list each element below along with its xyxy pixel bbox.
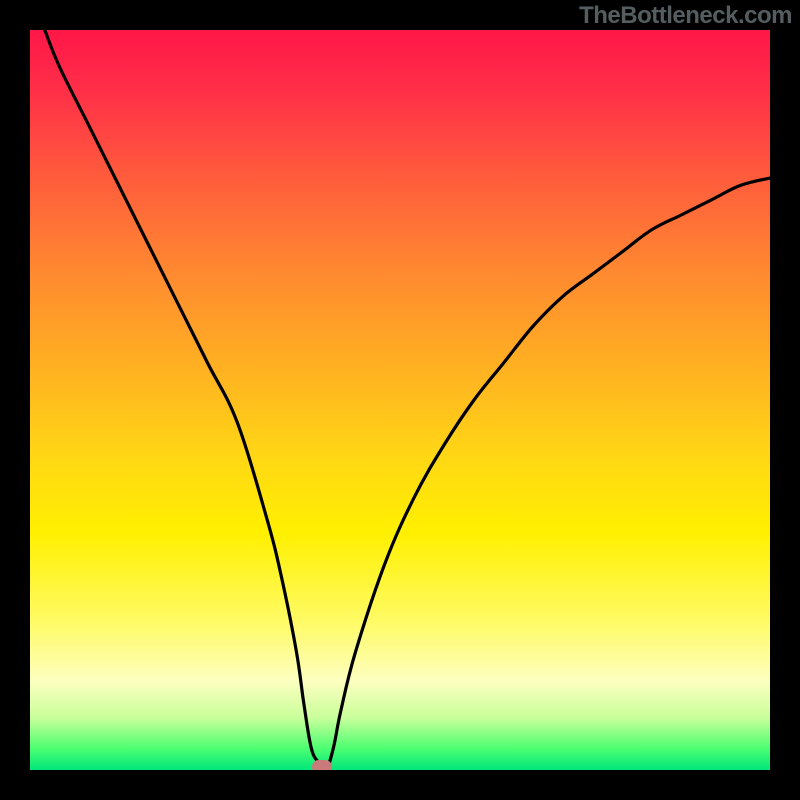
plot-area bbox=[30, 30, 770, 770]
watermark-text: TheBottleneck.com bbox=[579, 2, 792, 30]
bottleneck-curve bbox=[30, 30, 770, 770]
chart-frame: TheBottleneck.com bbox=[0, 0, 800, 800]
optimal-point-marker bbox=[312, 760, 332, 770]
